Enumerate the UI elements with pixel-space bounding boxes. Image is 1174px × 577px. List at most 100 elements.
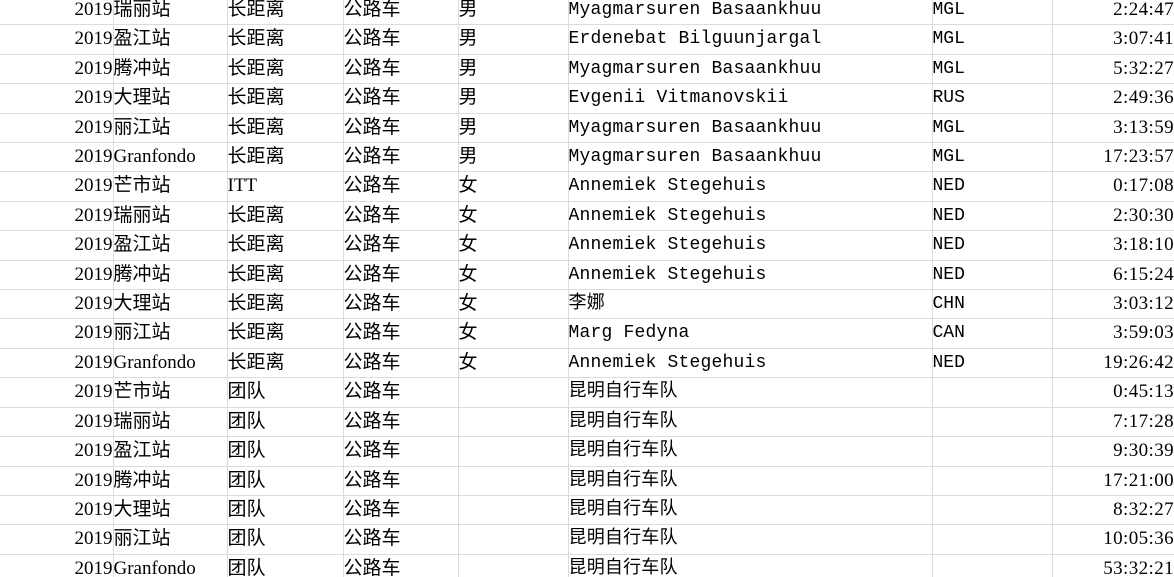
cell-year[interactable]: 2019 xyxy=(0,318,114,349)
cell-gender[interactable]: 男 xyxy=(458,142,569,173)
cell-gender[interactable]: 女 xyxy=(458,348,569,379)
cell-event-type[interactable]: 团队 xyxy=(227,524,344,555)
table-row[interactable]: 2019 盈江站 长距离 公路车男 Erdenebat Bilguunjargal MGL… xyxy=(0,24,1174,55)
cell-nation[interactable]: NED xyxy=(932,230,1053,261)
cell-time[interactable]: 5:32:27 xyxy=(1052,54,1174,85)
table-row[interactable]: 2019 Granfondo 长距离 公路车男 Myagmarsuren Basaank… xyxy=(0,142,1174,173)
cell-discipline[interactable]: 公路车 xyxy=(343,83,459,114)
cell-stage[interactable]: Granfondo xyxy=(113,348,228,379)
cell-event-type[interactable]: 长距离 xyxy=(227,230,344,261)
cell-name[interactable]: Evgenii Vitmanovskii xyxy=(568,83,933,114)
cell-time[interactable]: 0:45:13 xyxy=(1052,377,1174,408)
cell-gender[interactable]: 女 xyxy=(458,171,569,202)
cell-gender[interactable]: 女 xyxy=(458,289,569,320)
cell-time[interactable]: 8:32:27 xyxy=(1052,495,1174,526)
cell-stage[interactable]: 芒市站 xyxy=(113,377,228,408)
cell-stage[interactable]: 盈江站 xyxy=(113,436,228,467)
cell-year[interactable]: 2019 xyxy=(0,348,114,379)
cell-year[interactable]: 2019 xyxy=(0,201,114,232)
cell-discipline[interactable]: 公路车 xyxy=(343,113,459,144)
cell-discipline[interactable]: 公路车 xyxy=(343,466,459,496)
cell-nation[interactable] xyxy=(932,407,1053,438)
cell-gender[interactable] xyxy=(458,436,569,467)
cell-event-type[interactable]: 长距离 xyxy=(227,113,344,144)
cell-discipline[interactable]: 公路车 xyxy=(343,348,459,379)
cell-nation[interactable]: MGL xyxy=(932,54,1053,85)
cell-time[interactable]: 10:05:36 xyxy=(1052,524,1174,555)
cell-nation[interactable]: NED xyxy=(932,260,1053,291)
table-row[interactable]: 2019 芒市站 团队 公路车 昆明自行车队 0:45:13 xyxy=(0,377,1174,408)
cell-event-type[interactable]: 长距离 xyxy=(227,289,344,320)
cell-gender[interactable] xyxy=(458,524,569,555)
cell-name[interactable]: Annemiek Stegehuis xyxy=(568,230,933,261)
cell-stage[interactable]: 瑞丽站 xyxy=(113,201,228,232)
cell-nation[interactable]: NED xyxy=(932,201,1053,232)
cell-gender[interactable] xyxy=(458,495,569,526)
cell-nation[interactable] xyxy=(932,377,1053,408)
cell-discipline[interactable]: 公路车 xyxy=(343,260,459,291)
cell-time[interactable]: 17:23:57 xyxy=(1052,142,1174,173)
cell-year[interactable]: 2019 xyxy=(0,54,114,85)
cell-stage[interactable]: 腾冲站 xyxy=(113,466,228,496)
cell-name[interactable]: 昆明自行车队 xyxy=(568,554,933,577)
cell-time[interactable]: 2:30:30 xyxy=(1052,201,1174,232)
cell-name[interactable]: 昆明自行车队 xyxy=(568,466,933,496)
cell-year[interactable]: 2019 xyxy=(0,0,114,26)
cell-name[interactable]: Myagmarsuren Basaankhuu xyxy=(568,0,933,26)
cell-name[interactable]: 昆明自行车队 xyxy=(568,524,933,555)
table-row[interactable]: 2019 盈江站 长距离 公路车女 Annemiek Stegehuis NED 3:18:… xyxy=(0,230,1174,261)
cell-gender[interactable]: 女 xyxy=(458,260,569,291)
cell-discipline[interactable]: 公路车 xyxy=(343,171,459,202)
table-row[interactable]: 2019 腾冲站 团队 公路车 昆明自行车队 17:21:00 xyxy=(0,466,1174,496)
cell-name[interactable]: Annemiek Stegehuis xyxy=(568,260,933,291)
cell-time[interactable]: 3:13:59 xyxy=(1052,113,1174,144)
cell-discipline[interactable]: 公路车 xyxy=(343,495,459,526)
cell-event-type[interactable]: 团队 xyxy=(227,495,344,526)
cell-event-type[interactable]: 长距离 xyxy=(227,348,344,379)
cell-stage[interactable]: 丽江站 xyxy=(113,318,228,349)
cell-event-type[interactable]: 长距离 xyxy=(227,260,344,291)
cell-stage[interactable]: 瑞丽站 xyxy=(113,0,228,26)
cell-stage[interactable]: 腾冲站 xyxy=(113,260,228,291)
cell-event-type[interactable]: 团队 xyxy=(227,407,344,438)
table-row[interactable]: 2019 瑞丽站 长距离 公路车男 Myagmarsuren Basaankhuu MGL… xyxy=(0,0,1174,26)
cell-stage[interactable]: 盈江站 xyxy=(113,230,228,261)
cell-year[interactable]: 2019 xyxy=(0,260,114,291)
cell-discipline[interactable]: 公路车 xyxy=(343,407,459,438)
cell-discipline[interactable]: 公路车 xyxy=(343,142,459,173)
cell-year[interactable]: 2019 xyxy=(0,495,114,526)
cell-nation[interactable]: MGL xyxy=(932,0,1053,26)
cell-time[interactable]: 3:03:12 xyxy=(1052,289,1174,320)
table-row[interactable]: 2019 盈江站 团队 公路车 昆明自行车队 9:30:39 xyxy=(0,436,1174,467)
cell-gender[interactable]: 女 xyxy=(458,230,569,261)
cell-discipline[interactable]: 公路车 xyxy=(343,54,459,85)
cell-event-type[interactable]: 长距离 xyxy=(227,318,344,349)
cell-time[interactable]: 17:21:00 xyxy=(1052,466,1174,496)
cell-stage[interactable]: 大理站 xyxy=(113,83,228,114)
cell-nation[interactable]: CAN xyxy=(932,318,1053,349)
cell-year[interactable]: 2019 xyxy=(0,554,114,577)
cell-time[interactable]: 19:26:42 xyxy=(1052,348,1174,379)
cell-discipline[interactable]: 公路车 xyxy=(343,524,459,555)
cell-gender[interactable]: 女 xyxy=(458,201,569,232)
cell-event-type[interactable]: 团队 xyxy=(227,377,344,408)
cell-discipline[interactable]: 公路车 xyxy=(343,554,459,577)
table-row[interactable]: 2019 瑞丽站 长距离 公路车女 Annemiek Stegehuis NED 2:30:… xyxy=(0,201,1174,232)
cell-stage[interactable]: 瑞丽站 xyxy=(113,407,228,438)
cell-nation[interactable]: CHN xyxy=(932,289,1053,320)
table-row[interactable]: 2019 大理站 长距离 公路车女李娜 CHN 3:03:12 xyxy=(0,289,1174,320)
cell-nation[interactable] xyxy=(932,436,1053,467)
cell-nation[interactable]: RUS xyxy=(932,83,1053,114)
cell-gender[interactable]: 男 xyxy=(458,113,569,144)
cell-name[interactable]: 昆明自行车队 xyxy=(568,377,933,408)
cell-gender[interactable]: 男 xyxy=(458,54,569,85)
cell-discipline[interactable]: 公路车 xyxy=(343,201,459,232)
cell-stage[interactable]: 丽江站 xyxy=(113,113,228,144)
cell-nation[interactable]: MGL xyxy=(932,24,1053,55)
table-row[interactable]: 2019 腾冲站 长距离 公路车女 Annemiek Stegehuis NED 6:15:… xyxy=(0,260,1174,291)
cell-nation[interactable] xyxy=(932,495,1053,526)
cell-stage[interactable]: 芒市站 xyxy=(113,171,228,202)
cell-event-type[interactable]: 长距离 xyxy=(227,83,344,114)
cell-stage[interactable]: 盈江站 xyxy=(113,24,228,55)
cell-year[interactable]: 2019 xyxy=(0,171,114,202)
